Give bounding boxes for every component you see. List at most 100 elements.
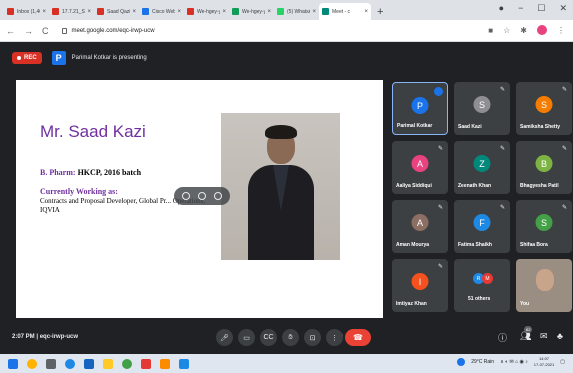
leave-call-button[interactable]: ☎︎ [345,329,371,346]
self-view-tile[interactable]: You [516,259,572,312]
profile-menu-icon[interactable]: ● [499,3,504,14]
media-icon[interactable] [141,358,151,369]
mic-off-icon: ✎ [437,264,443,270]
participant-tile[interactable]: S Saad Kazi ✎ [454,82,510,135]
participant-tile[interactable]: S Samiksha Shetty ✎ [516,82,572,135]
close-tab-icon[interactable]: × [364,9,368,15]
browser-tab[interactable]: 17.7.21_STUI× [49,3,94,20]
more-options-icon[interactable] [214,192,222,200]
microphone-button[interactable]: 🎤︎ [216,329,233,346]
pin-icon[interactable] [182,192,190,200]
meeting-code: eqc-irwp-ucw [39,334,79,340]
app-icon[interactable] [160,358,170,369]
raise-hand-button[interactable]: ✋︎ [282,329,299,346]
participant-name: Aaliya Siddiqui [396,183,432,189]
participant-name: Parimal Kotkar [397,123,433,129]
start-icon[interactable] [8,358,18,369]
avatar: S [473,96,491,113]
store-icon[interactable] [46,358,56,369]
close-window-button[interactable]: ✕ [559,3,567,14]
others-tile[interactable]: R M 51 others [454,259,510,312]
participant-tile[interactable]: A Aman Mourya ✎ [392,200,448,253]
tab-favicon-icon [232,8,239,15]
people-count: 62 [524,326,533,333]
participant-tile[interactable]: Z Zeenath Khan ✎ [454,141,510,194]
mail-icon[interactable] [84,358,94,369]
edge-icon[interactable] [65,358,75,369]
reload-icon[interactable]: C [42,26,49,36]
close-tab-icon[interactable]: × [42,9,46,15]
working-label: Currently Working as: [40,187,118,196]
tab-title: Inbox (1,400) [17,8,40,15]
camera-icon[interactable]: ■ [488,26,493,35]
browser-tab[interactable]: (5) WhatsApp× [274,3,319,20]
window-controls: ● − ☐ ✕ [499,3,567,14]
tab-title: We-hgey-ycr [242,8,265,15]
camera-button[interactable]: ▭ [238,329,255,346]
back-icon[interactable]: ← [6,26,15,36]
close-tab-icon[interactable]: × [222,9,226,15]
mute-mic-icon[interactable] [198,192,206,200]
maximize-button[interactable]: ☐ [537,3,545,14]
present-button[interactable]: ⊡ [304,329,321,346]
presentation-slide: Mr. Saad Kazi B. Pharm: HKCP, 2016 batch… [16,80,383,343]
notifications-icon[interactable]: ▢ [560,359,565,365]
avatar[interactable] [537,25,547,35]
clock-date: 17-07-2021 [533,362,555,367]
browser-tab[interactable]: We-hgey-ycr× [229,3,274,20]
close-tab-icon[interactable]: × [267,9,271,15]
lock-icon [61,27,67,34]
browser-tab[interactable]: Cisco Webex× [139,3,184,20]
url-field[interactable]: meet.google.com/eqc-irwp-ucw [61,27,155,34]
tab-favicon-icon [277,8,284,15]
close-tab-icon[interactable]: × [132,9,136,15]
participant-tile[interactable]: F Fatima Shaikh ✎ [454,200,510,253]
record-dot-icon [17,55,21,60]
profile-photo [221,113,340,260]
tray-icons[interactable]: ∧ ◐ ✉ ⌂ ◉ ♪ [500,359,528,365]
tab-favicon-icon [322,8,329,15]
url-text: meet.google.com/eqc-irwp-ucw [71,27,155,34]
extensions-icon[interactable]: ✱ [520,26,527,35]
help-icon[interactable] [457,358,466,366]
more-options-button[interactable]: ⋮ [326,329,343,346]
minimize-button[interactable]: − [518,3,523,14]
tab-title: We-hgey-ycr [197,8,220,15]
meet-area: REC P Parimal Kotkar is presenting Mr. S… [0,42,573,354]
browser-tab[interactable]: Meet - c × [319,3,371,20]
tab-favicon-icon [97,8,104,15]
captions-button[interactable]: CC [260,329,277,346]
participant-tile[interactable]: B Bhagyesha Patil ✎ [516,141,572,194]
chrome-icon[interactable] [27,358,37,369]
word-icon[interactable] [179,358,189,369]
bookmark-star-icon[interactable]: ☆ [503,26,510,35]
participant-name: Saad Kazi [458,124,482,130]
browser-tab[interactable]: Saad Qazi 17× [94,3,139,20]
avatar: M [482,273,493,284]
chat-button[interactable]: ✉︎ [540,331,548,342]
meeting-info-icon[interactable]: ⓘ [498,331,507,344]
close-tab-icon[interactable]: × [87,9,91,15]
activities-button[interactable]: ♣ [557,331,563,341]
avatar: I [411,273,429,290]
browser-tab[interactable]: We-hgey-ycr× [184,3,229,20]
others-label: 51 others [468,296,491,302]
participant-tile[interactable]: I Imtiyaz Khan ✎ [392,259,448,312]
weather-text[interactable]: 29°C Rain [471,359,494,365]
participant-tile[interactable]: A Aaliya Siddiqui ✎ [392,141,448,194]
browser-menu-icon[interactable]: ⋮ [557,26,565,35]
tab-title: Meet - c [332,8,351,15]
mic-off-icon: ✎ [437,146,443,152]
browser-tab[interactable]: Inbox (1,400)× [4,3,49,20]
forward-icon[interactable]: → [24,26,33,36]
close-tab-icon[interactable]: × [177,9,181,15]
address-bar: ← → C meet.google.com/eqc-irwp-ucw ■ ☆ ✱… [0,20,573,42]
close-tab-icon[interactable]: × [312,9,316,15]
clock[interactable]: 14:07 17-07-2021 [534,356,554,368]
people-button[interactable]: 62 👥︎ [520,326,533,342]
file-explorer-icon[interactable] [103,358,113,369]
new-tab-button[interactable]: + [377,6,383,18]
browser-icon[interactable] [122,358,132,369]
participant-tile[interactable]: P Parimal Kotkar [392,82,448,135]
participant-tile[interactable]: S Shifaa Bora ✎ [516,200,572,253]
